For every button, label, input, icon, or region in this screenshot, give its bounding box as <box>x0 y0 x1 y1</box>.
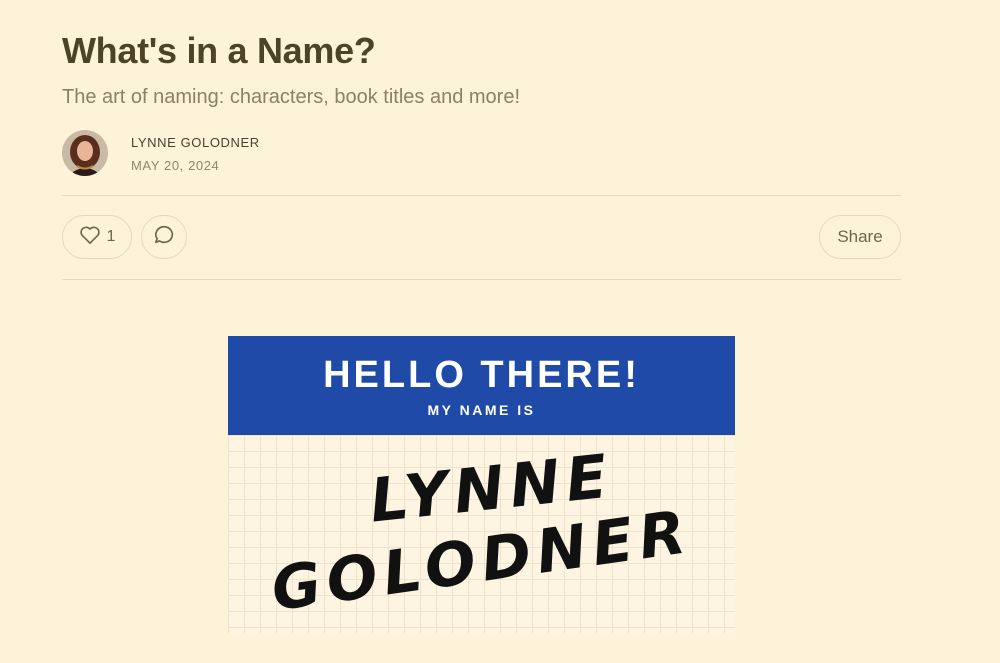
name-tag-header: HELLO THERE! MY NAME IS <box>228 336 735 435</box>
divider <box>62 279 901 280</box>
post-date: MAY 20, 2024 <box>131 158 220 173</box>
comment-button[interactable] <box>141 215 187 259</box>
comment-icon <box>153 224 175 251</box>
like-count: 1 <box>106 228 116 245</box>
author-name[interactable]: LYNNE GOLODNER <box>131 135 260 150</box>
name-tag-my-name-is: MY NAME IS <box>427 402 536 418</box>
like-button[interactable]: 1 <box>62 215 132 259</box>
post-subtitle: The art of naming: characters, book titl… <box>62 86 520 108</box>
share-button[interactable]: Share <box>819 215 901 259</box>
name-tag-hello: HELLO THERE! <box>323 354 640 396</box>
post-title: What's in a Name? <box>62 30 376 71</box>
author-avatar[interactable] <box>62 130 108 176</box>
heart-icon <box>79 225 101 250</box>
divider <box>62 195 901 196</box>
name-tag-image[interactable]: HELLO THERE! MY NAME IS LYNNE GOLODNER <box>228 336 735 633</box>
